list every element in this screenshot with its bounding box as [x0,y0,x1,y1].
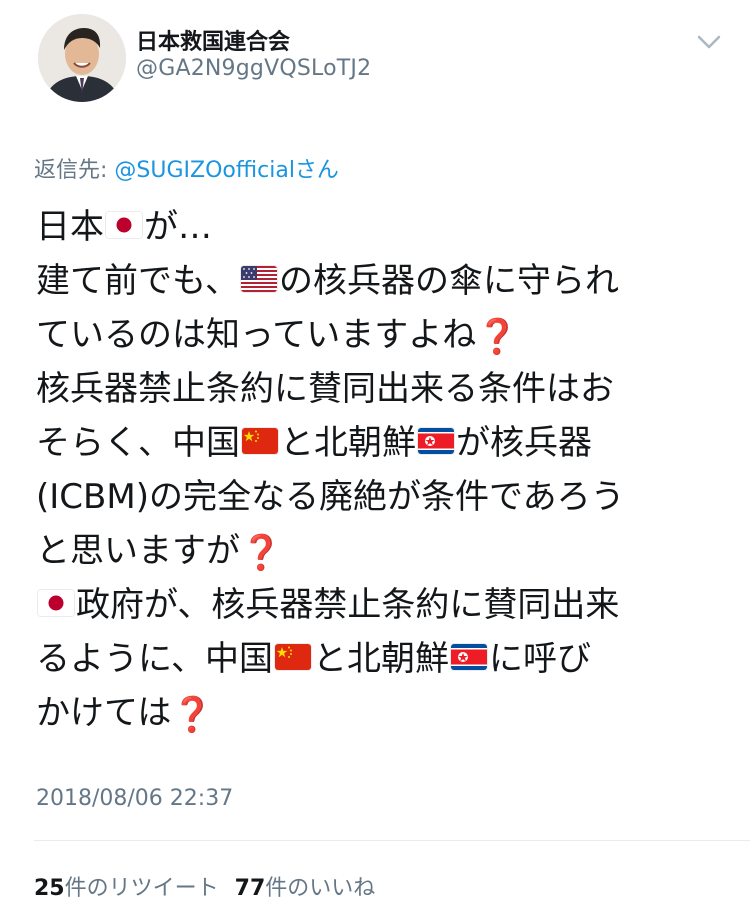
tweet-stats: 25件のリツイート 77件のいいね [34,870,375,902]
tweet-text-segment: が… [144,207,212,247]
tweet-line: 政府が、核兵器禁止条約に賛同出来 [36,578,736,632]
tweet-text-segment: の核兵器の傘に守られ [278,261,619,301]
tweet-line: 日本 が… [36,200,736,254]
tweet-text: 日本 が… 建て前でも、 の核兵器の傘に守られ ているのは知っていますよね❓ 核兵器… [36,200,736,740]
retweets-count: 25 [34,876,65,901]
tweet-text-segment: ているのは知っていますよね [36,315,477,355]
red-question-mark-icon: ❓ [240,532,283,573]
tweet-line: そらく、中国 と北朝鮮 が核兵器 [36,416,736,470]
tweet-text-segment: と思いますが [36,531,240,571]
user-handle[interactable]: @GA2N9ggVQSLoTJ2 [136,56,371,81]
tweet-text-segment: と北朝鮮 [312,639,449,679]
tweet-timestamp[interactable]: 2018/08/06 22:37 [36,786,233,811]
tweet-text-segment: 政府が、核兵器禁止条約に賛同出来 [76,585,620,625]
china-flag-icon [242,428,278,454]
north-korea-flag-icon [451,644,487,670]
tweet-text-segment: に呼び [488,639,591,679]
avatar-portrait-icon [38,14,126,102]
tweet-text-segment: 日本 [36,207,104,247]
tweet-text-segment: (ICBM)の完全なる廃絶が条件であろう [36,477,625,517]
north-korea-flag-icon [418,428,454,454]
tweet-line: かけては❓ [36,686,736,740]
china-flag-icon [275,644,311,670]
reply-to-handle-link[interactable]: @SUGIZOofficialさん [114,158,339,183]
tweet-line: ているのは知っていますよね❓ [36,308,736,362]
retweets-label: 件のリツイート [64,876,219,901]
likes-label: 件のいいね [265,876,376,901]
tweet-text-segment: かけては [36,693,172,733]
tweet-line: 建て前でも、 の核兵器の傘に守られ [36,254,736,308]
likes-stat[interactable]: 77件のいいね [235,876,376,901]
tweet-text-segment: と北朝鮮 [280,423,416,463]
japan-flag-icon [38,590,74,616]
usa-flag-icon [241,266,277,292]
tweet-text-segment: 建て前でも、 [36,261,239,301]
chevron-down-icon[interactable] [694,30,724,54]
retweets-stat[interactable]: 25件のリツイート [34,876,219,901]
tweet-line: (ICBM)の完全なる廃絶が条件であろう [36,470,736,524]
divider [34,840,750,841]
tweet-text-segment: そらく、中国 [36,423,240,463]
display-name[interactable]: 日本救国連合会 [136,24,290,56]
red-question-mark-icon: ❓ [171,694,214,735]
avatar[interactable] [38,14,126,102]
reply-label: 返信先: [34,158,115,183]
red-question-mark-icon: ❓ [476,316,519,357]
reply-context: 返信先: @SUGIZOofficialさん [34,152,339,184]
japan-flag-icon [106,212,142,238]
tweet-line: 核兵器禁止条約に賛同出来る条件はお [36,362,736,416]
tweet-line: と思いますが❓ [36,524,736,578]
tweet-text-segment: が核兵器 [456,423,592,463]
tweet-text-segment: るように、中国 [36,639,273,679]
tweet-text-segment: 核兵器禁止条約に賛同出来る条件はお [36,369,614,409]
likes-count: 77 [234,876,266,901]
tweet-line: るように、中国 と北朝鮮 に呼び [36,632,736,686]
